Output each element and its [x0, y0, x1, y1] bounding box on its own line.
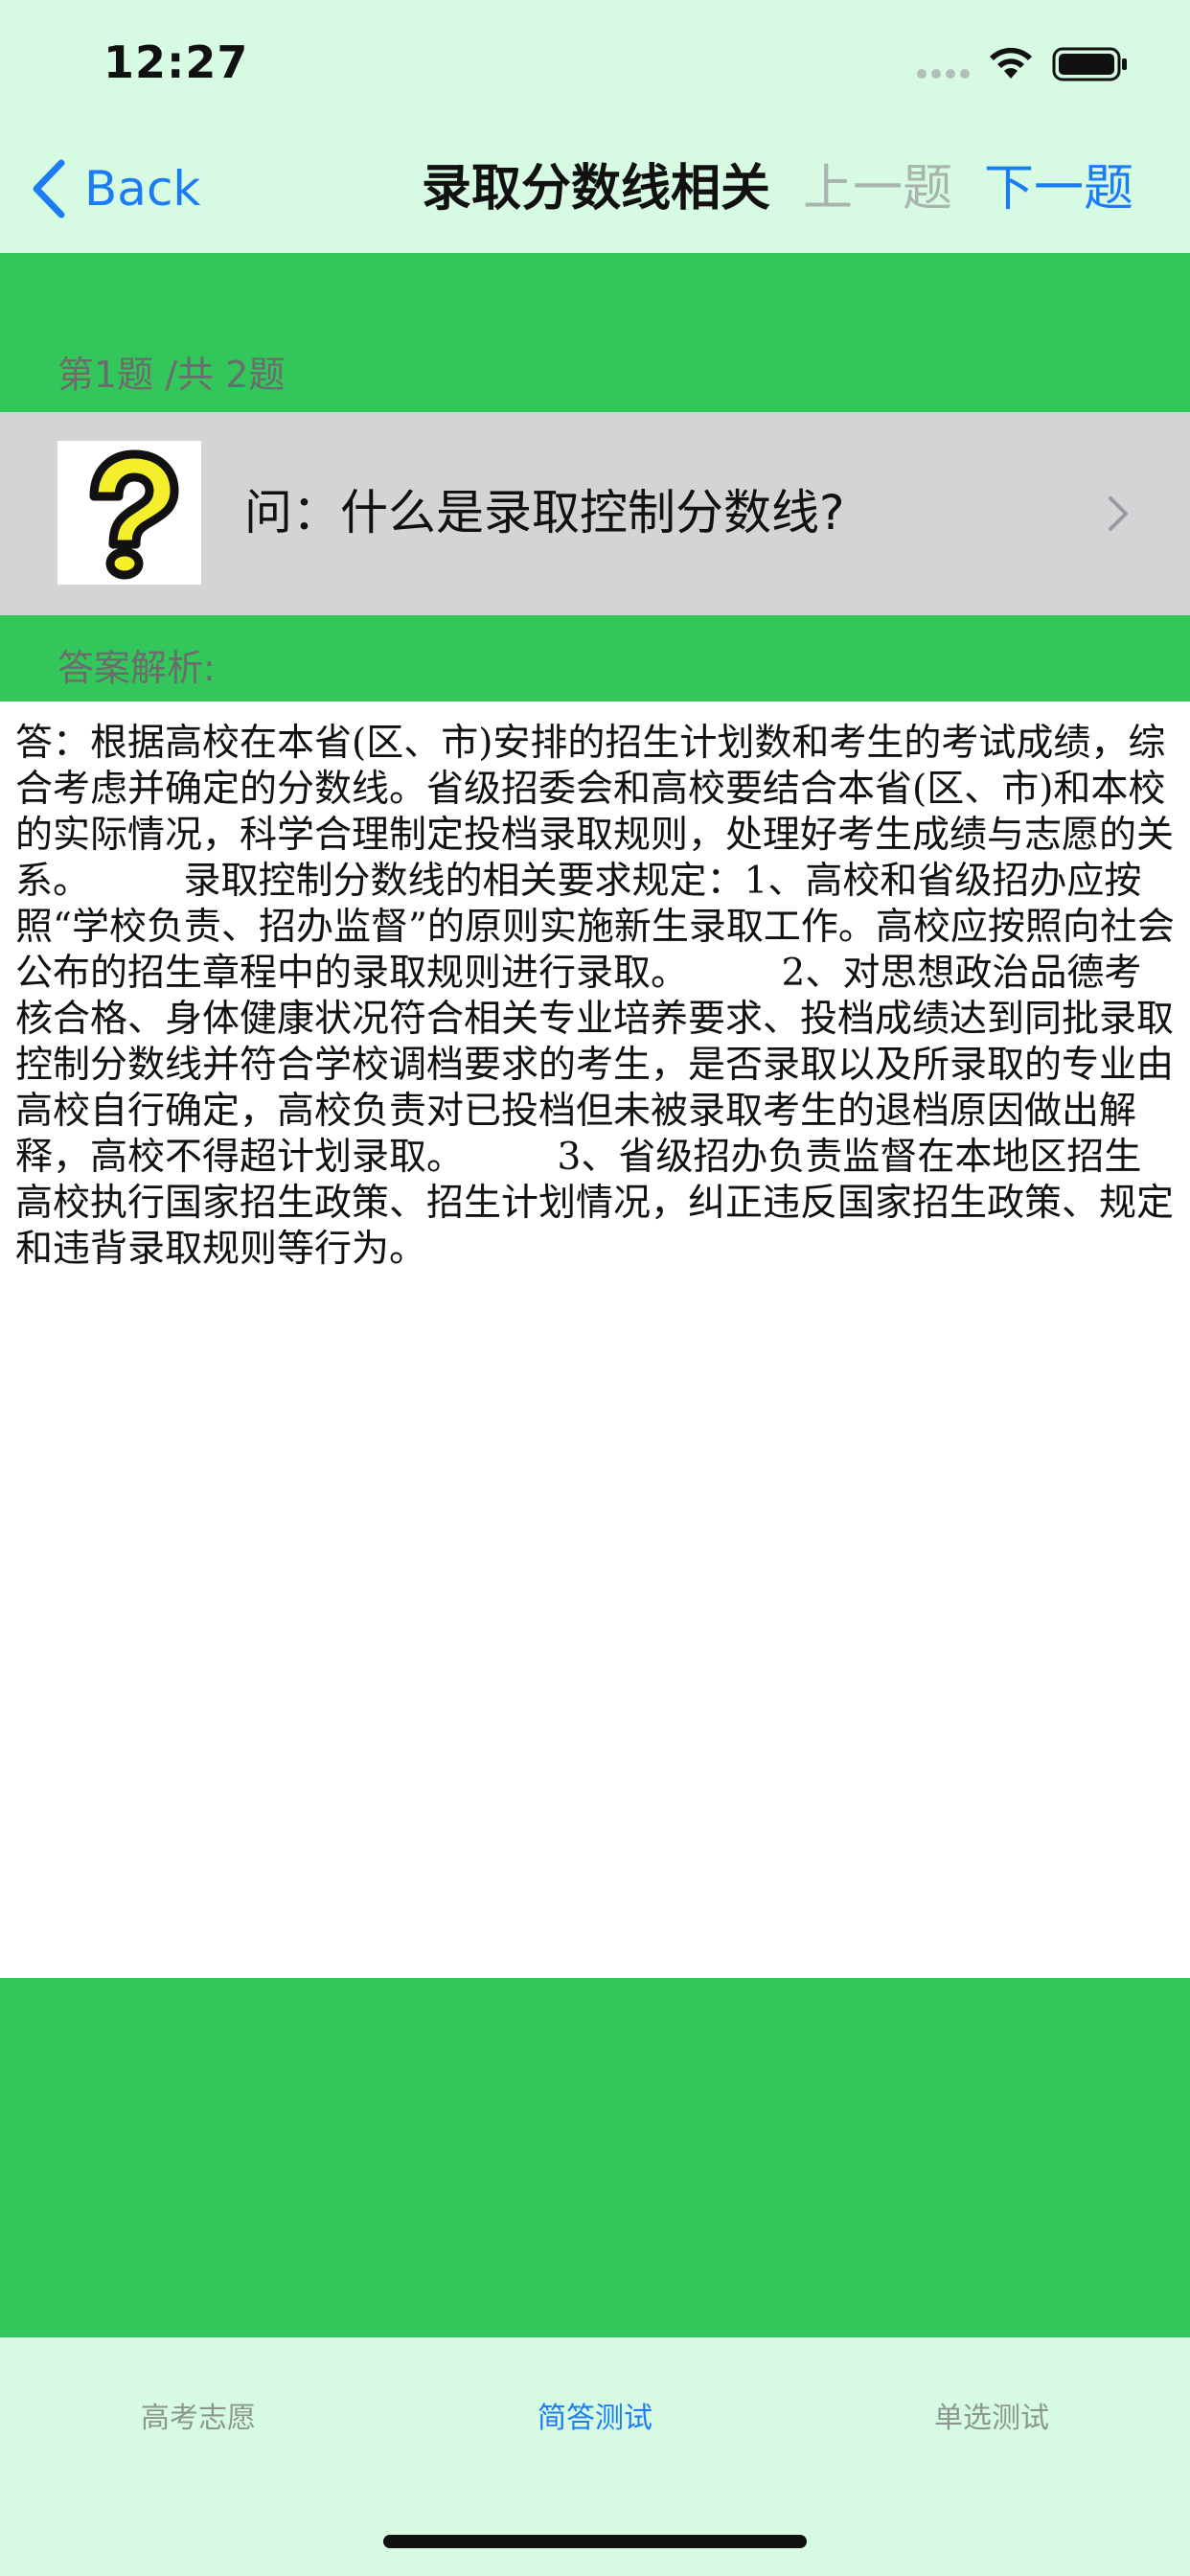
bottom-band — [0, 1978, 1190, 2337]
status-bar: 12:27 — [0, 0, 1190, 126]
answer-header-band: 答案解析: — [0, 615, 1190, 702]
tab-danxuan-ceshi[interactable]: 单选测试 — [793, 2337, 1190, 2452]
question-header-band: 第1题 /共 2题 — [0, 253, 1190, 412]
status-time: 12:27 — [103, 36, 249, 88]
tab-jianda-ceshi[interactable]: 简答测试 — [397, 2337, 793, 2452]
battery-icon — [1052, 47, 1127, 81]
answer-text-view[interactable]: 答：根据高校在本省(区、市)安排的招生计划数和考生的考试成绩，综合考虑并确定的分… — [0, 702, 1190, 1978]
page-title: 录取分数线相关 — [422, 160, 771, 218]
navigation-bar: Back 录取分数线相关 上一题 下一题 — [0, 126, 1190, 253]
answer-body-text: 答：根据高校在本省(区、市)安排的招生计划数和考生的考试成绩，综合考虑并确定的分… — [15, 722, 1175, 1271]
tab-label: 高考志愿 — [141, 2402, 256, 2435]
tab-label: 单选测试 — [934, 2402, 1049, 2435]
tab-label: 简答测试 — [538, 2402, 652, 2435]
chevron-right-icon — [1109, 496, 1128, 531]
previous-question-button[interactable]: 上一题 — [803, 155, 952, 222]
tab-gaokao-zhiyuan[interactable]: 高考志愿 — [0, 2337, 397, 2452]
wifi-icon — [990, 47, 1032, 79]
question-text: 问：什么是录取控制分数线? — [244, 485, 845, 540]
question-counter: 第1题 /共 2题 — [57, 354, 286, 396]
answer-section-label: 答案解析: — [57, 647, 216, 689]
cellular-signal-icon — [917, 69, 970, 79]
question-mark-icon — [57, 441, 201, 585]
question-row[interactable]: 问：什么是录取控制分数线? — [0, 412, 1190, 615]
home-indicator[interactable] — [383, 2535, 807, 2548]
back-button[interactable]: Back — [29, 155, 200, 222]
next-question-button[interactable]: 下一题 — [984, 155, 1133, 222]
back-button-label: Back — [84, 161, 201, 217]
chevron-left-icon — [33, 159, 65, 218]
